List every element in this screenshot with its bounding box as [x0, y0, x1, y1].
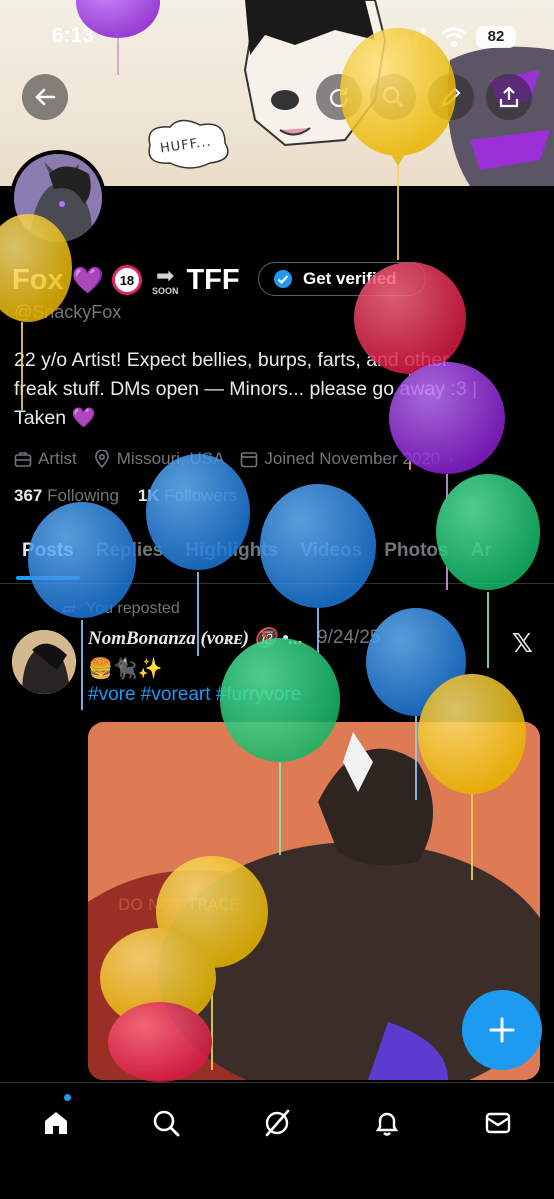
post-header: NomBonanza (ᴠᴏʀᴇ) 🔞 •... 9/24/25	[88, 626, 380, 650]
profile-tabs: Posts Replies Highlights Videos Photos A…	[0, 532, 554, 584]
mail-icon	[485, 1112, 511, 1134]
tab-videos[interactable]: Videos	[300, 532, 362, 583]
display-name: Fox	[12, 263, 64, 296]
search-button[interactable]	[370, 74, 416, 120]
image-watermark: DO NOT TRACE	[118, 895, 240, 914]
signal-icon	[397, 28, 426, 46]
pencil-icon	[441, 87, 461, 107]
meta-joined: Joined November 2020 ›	[240, 449, 454, 469]
share-icon	[499, 86, 519, 108]
back-button[interactable]	[22, 74, 68, 120]
nav-explore[interactable]	[146, 1103, 186, 1143]
grok-icon	[265, 1109, 290, 1137]
purple-heart-emoji: 💜	[71, 264, 104, 295]
age-restricted-badge: 18	[111, 265, 142, 295]
display-name-row: Fox 💜 18 ➡ SOON TFF	[12, 258, 240, 302]
compose-button[interactable]	[462, 990, 542, 1070]
tab-highlights[interactable]: Highlights	[185, 532, 278, 583]
get-verified-button[interactable]: Get verified	[258, 262, 426, 296]
avatar-image	[14, 154, 102, 242]
profile-handle: @SnackyFox	[14, 302, 122, 322]
bio-line: freak stuff. DMs open — Minors... please…	[14, 378, 478, 400]
profile-avatar[interactable]	[10, 150, 106, 246]
wifi-icon	[441, 27, 467, 47]
followers-link[interactable]: 1K Followers	[138, 486, 237, 505]
post-author-name[interactable]: NomBonanza (ᴠᴏʀᴇ) 🔞 •...	[88, 626, 303, 650]
chevron-right-icon: ›	[448, 449, 454, 468]
home-icon	[45, 1112, 67, 1134]
repost-icon	[62, 603, 76, 615]
bio-line: 22 y/o Artist! Expect bellies, burps, fa…	[14, 349, 449, 371]
meta-location: Missouri, USA	[93, 449, 224, 469]
repost-indicator: You reposted	[60, 600, 180, 618]
bio-line: Taken 💜	[14, 407, 96, 429]
search-icon	[153, 1110, 180, 1137]
profile-bio: 22 y/o Artist! Expect bellies, burps, fa…	[14, 346, 534, 433]
refresh-button[interactable]	[316, 74, 362, 120]
author-avatar-image	[12, 630, 76, 694]
soon-arrow-emoji: ➡ SOON	[151, 262, 179, 296]
get-verified-label: Get verified	[303, 269, 397, 288]
arrow-left-icon	[35, 88, 56, 106]
tab-posts[interactable]: Posts	[16, 532, 80, 583]
profile-meta: Artist Missouri, USA Joined November 202…	[14, 446, 470, 472]
follow-counts: 367 Following 1K Followers	[14, 486, 237, 506]
status-time: 6:13	[52, 24, 95, 47]
status-bar: 6:13 82	[0, 22, 554, 52]
share-button[interactable]	[486, 74, 532, 120]
home-unread-dot	[64, 1094, 71, 1101]
post-date: 9/24/25	[317, 627, 381, 648]
briefcase-icon	[14, 452, 32, 467]
refresh-icon	[329, 88, 349, 108]
tab-articles[interactable]: Ar	[471, 532, 492, 583]
calendar-icon	[241, 452, 258, 468]
meta-category: Artist	[14, 449, 77, 469]
soon-arrow-icon: ➡	[155, 262, 175, 288]
search-icon	[382, 86, 404, 108]
nav-grok[interactable]	[257, 1103, 297, 1143]
post-author-avatar[interactable]	[12, 630, 76, 694]
x-logo-icon[interactable]: 𝕏	[512, 628, 533, 659]
nav-notifications[interactable]	[367, 1103, 407, 1143]
plus-icon	[489, 1017, 515, 1043]
following-link[interactable]: 367 Following	[14, 486, 119, 505]
bell-icon	[375, 1112, 399, 1136]
location-pin-icon	[94, 450, 109, 468]
display-name-suffix: TFF	[186, 263, 240, 296]
nav-home[interactable]	[36, 1103, 76, 1143]
tab-photos[interactable]: Photos	[384, 532, 448, 583]
verified-check-icon	[274, 270, 292, 288]
nav-messages[interactable]	[478, 1103, 518, 1143]
battery-indicator: 82	[476, 26, 516, 48]
tab-replies[interactable]: Replies	[96, 532, 164, 583]
post-hashtags[interactable]: #vore #voreart #furryvore	[88, 684, 301, 706]
bottom-navigation	[0, 1082, 554, 1199]
post-emojis: 🍔🐈‍⬛✨	[88, 658, 163, 680]
location-arrow-icon	[110, 30, 124, 44]
edit-button[interactable]	[428, 74, 474, 120]
